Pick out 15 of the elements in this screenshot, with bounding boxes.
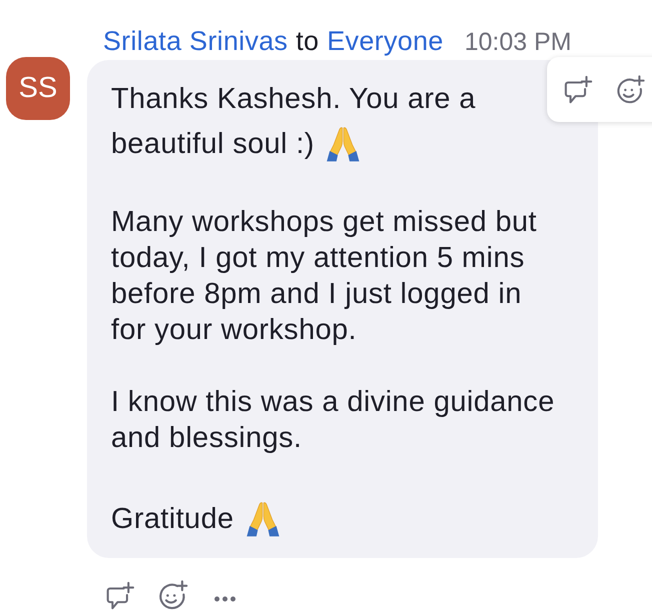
add-reply-icon[interactable] xyxy=(563,74,593,104)
more-icon[interactable] xyxy=(214,596,236,602)
message-text: beautiful soul :) xyxy=(111,127,314,162)
avatar[interactable]: SS xyxy=(6,57,70,120)
to-label: to xyxy=(296,26,319,56)
add-reply-icon[interactable] xyxy=(105,580,135,610)
message-time: 10:03 PM xyxy=(464,27,572,57)
message-text: I know this was a divine guidance and blessings. xyxy=(111,385,555,456)
message-text: Gratitude xyxy=(111,502,234,537)
message-text: Many workshops get missed but today, I got my attention 5 mins before 8pm and I just logged in for your workshop. xyxy=(111,205,537,348)
add-reaction-icon[interactable] xyxy=(157,580,188,611)
recipient-link[interactable]: Everyone xyxy=(327,26,444,56)
message-text: Thanks Kashesh. You are a xyxy=(111,82,476,117)
sender-name-link[interactable]: Srilata Srinivas xyxy=(103,26,288,56)
add-reaction-icon[interactable] xyxy=(615,74,645,104)
